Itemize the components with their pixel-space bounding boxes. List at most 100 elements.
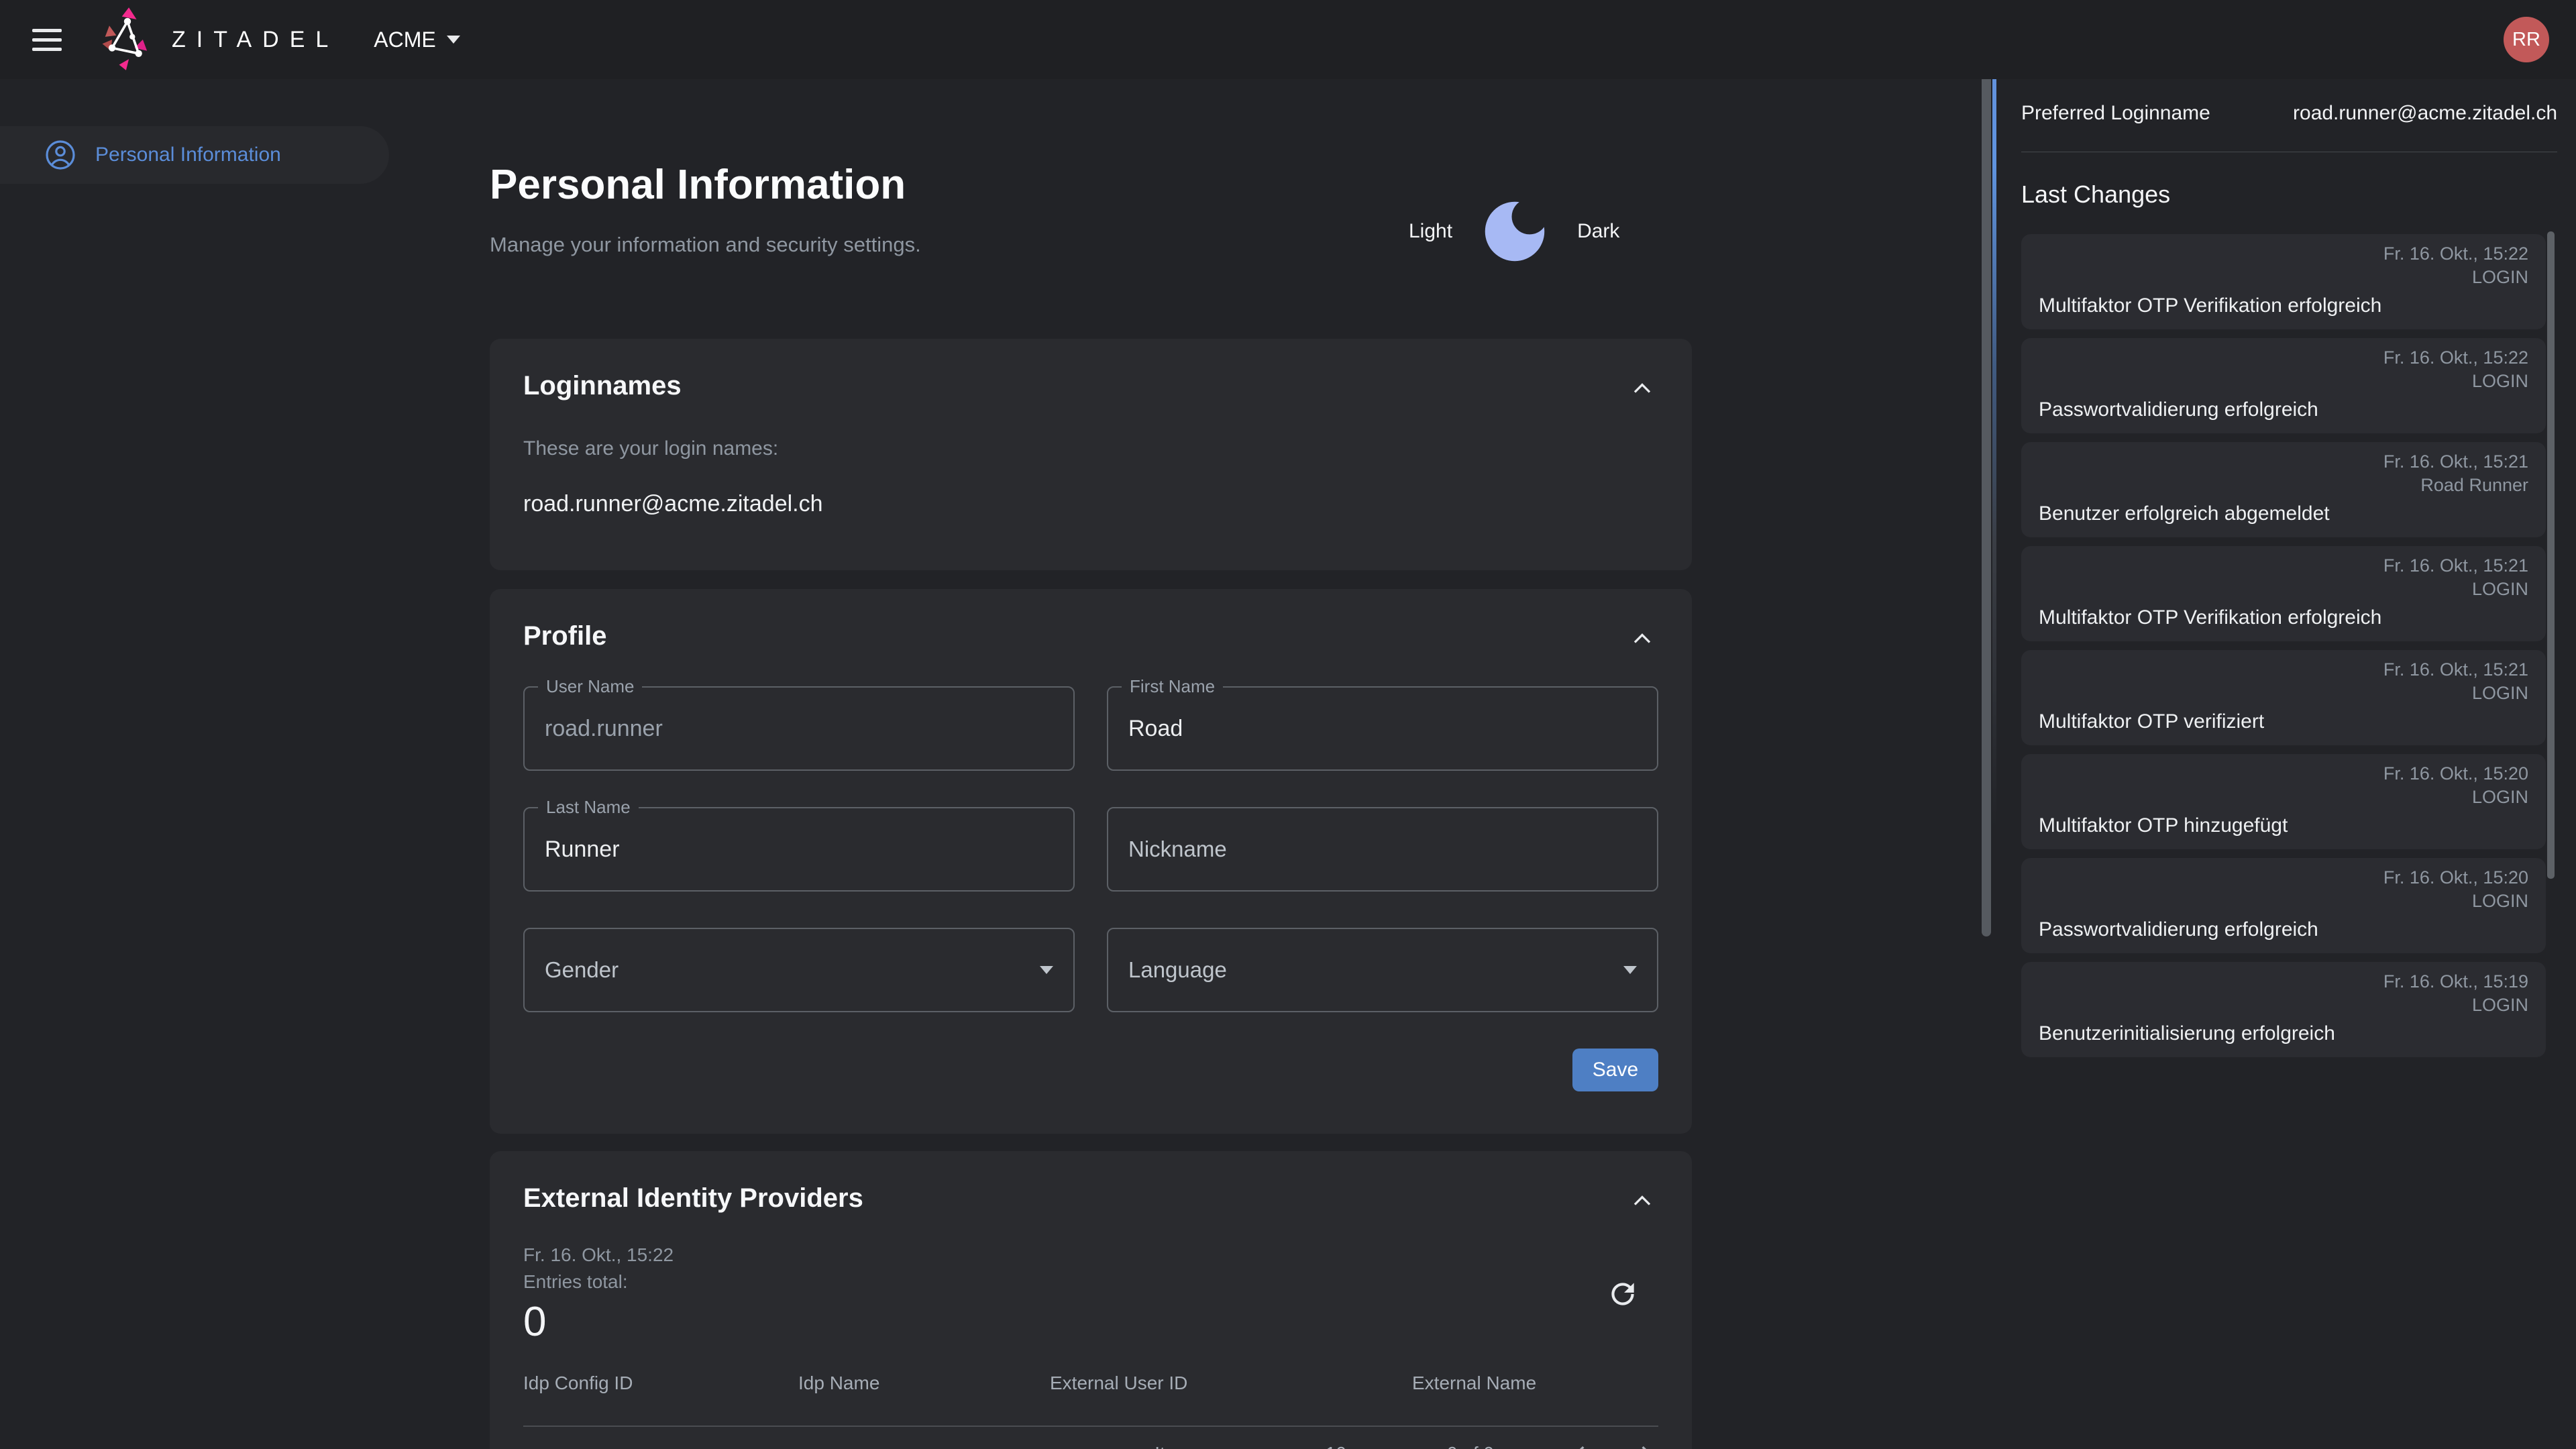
chevron-left-icon[interactable] <box>1568 1440 1595 1449</box>
last-changes-title: Last Changes <box>2021 180 2557 209</box>
sidebar-item-label: Personal Information <box>95 144 281 166</box>
username-label: User Name <box>538 676 642 697</box>
loginnames-title: Loginnames <box>523 371 1658 401</box>
chevron-up-icon[interactable] <box>1627 624 1657 653</box>
page-subtitle: Manage your information and security set… <box>490 233 1429 257</box>
event-title: Benutzerinitialisierung erfolgreich <box>2039 1022 2528 1045</box>
col-idp-config-id: Idp Config ID <box>523 1373 798 1394</box>
zitadel-logo-icon <box>93 5 162 74</box>
items-per-page-value[interactable]: 10 <box>1326 1443 1346 1449</box>
language-label: Language <box>1128 957 1227 983</box>
external-idp-title: External Identity Providers <box>523 1183 1658 1214</box>
event-title: Passwortvalidierung erfolgreich <box>2039 398 2528 421</box>
gender-label: Gender <box>545 957 619 983</box>
event-timestamp: Fr. 16. Okt., 15:20 <box>2039 867 2528 888</box>
save-button[interactable]: Save <box>1572 1049 1658 1091</box>
page-title: Personal Information <box>490 161 1429 209</box>
firstname-value: Road <box>1128 716 1183 742</box>
event-timestamp: Fr. 16. Okt., 15:22 <box>2039 244 2528 264</box>
gender-select[interactable]: Gender <box>523 928 1075 1012</box>
top-bar: ZITADEL ACME RR <box>0 0 2576 79</box>
table-divider <box>523 1426 1658 1427</box>
event-timestamp: Fr. 16. Okt., 15:21 <box>2039 659 2528 680</box>
moon-icon[interactable] <box>1475 192 1554 271</box>
lastname-label: Last Name <box>538 797 639 818</box>
last-change-item[interactable]: Fr. 16. Okt., 15:21 Road Runner Benutzer… <box>2021 442 2546 537</box>
last-change-item[interactable]: Fr. 16. Okt., 15:21 LOGIN Multifaktor OT… <box>2021 650 2546 745</box>
event-actor: LOGIN <box>2039 579 2528 600</box>
event-actor: LOGIN <box>2039 995 2528 1016</box>
last-change-item[interactable]: Fr. 16. Okt., 15:22 LOGIN Multifaktor OT… <box>2021 234 2546 329</box>
event-timestamp: Fr. 16. Okt., 15:21 <box>2039 451 2528 472</box>
col-external-user-id: External User ID <box>1050 1373 1412 1394</box>
entries-total-label: Entries total: <box>523 1271 1658 1293</box>
refresh-icon[interactable] <box>1606 1277 1640 1311</box>
sidebar-item-personal-information[interactable]: Personal Information <box>0 126 389 184</box>
event-actor: LOGIN <box>2039 371 2528 392</box>
last-change-item[interactable]: Fr. 16. Okt., 15:20 LOGIN Passwortvalidi… <box>2021 858 2546 953</box>
event-title: Passwortvalidierung erfolgreich <box>2039 918 2528 941</box>
loginname-value: road.runner@acme.zitadel.ch <box>523 491 1658 517</box>
event-title: Multifaktor OTP Verifikation erfolgreich <box>2039 294 2528 317</box>
last-change-item[interactable]: Fr. 16. Okt., 15:21 LOGIN Multifaktor OT… <box>2021 546 2546 641</box>
col-external-name: External Name <box>1412 1373 1658 1394</box>
loginnames-card: Loginnames These are your login names: r… <box>490 339 1692 570</box>
last-change-item[interactable]: Fr. 16. Okt., 15:22 LOGIN Passwortvalidi… <box>2021 338 2546 433</box>
nickname-placeholder: Nickname <box>1128 837 1227 862</box>
drawer-accent-line <box>1992 76 1996 828</box>
chevron-right-icon[interactable] <box>1631 1440 1658 1449</box>
event-title: Benutzer erfolgreich abgemeldet <box>2039 502 2528 525</box>
preferred-loginname-label: Preferred Loginname <box>2021 102 2210 125</box>
changes-drawer: Preferred Loginname road.runner@acme.zit… <box>2002 79 2576 1449</box>
idp-timestamp: Fr. 16. Okt., 15:22 <box>523 1244 1658 1266</box>
items-per-page-label: Items per page: <box>1155 1443 1285 1449</box>
main-scrollbar[interactable] <box>1982 75 1991 936</box>
language-select[interactable]: Language <box>1107 928 1658 1012</box>
nickname-field[interactable]: Nickname <box>1107 807 1658 892</box>
event-timestamp: Fr. 16. Okt., 15:20 <box>2039 763 2528 784</box>
username-field[interactable]: User Name road.runner <box>523 686 1075 771</box>
profile-title: Profile <box>523 621 1658 651</box>
paginator-range: 0 of 0 <box>1447 1443 1494 1449</box>
event-actor: Road Runner <box>2039 475 2528 496</box>
triangle-down-icon <box>1623 966 1637 974</box>
firstname-label: First Name <box>1122 676 1223 697</box>
theme-dark-label[interactable]: Dark <box>1577 220 1619 243</box>
external-idp-card: External Identity Providers Fr. 16. Okt.… <box>490 1151 1692 1449</box>
org-name: ACME <box>374 28 435 52</box>
theme-light-label[interactable]: Light <box>1409 220 1452 243</box>
last-changes-list: Fr. 16. Okt., 15:22 LOGIN Multifaktor OT… <box>2021 234 2546 1057</box>
person-circle-icon <box>44 139 76 171</box>
event-title: Multifaktor OTP hinzugefügt <box>2039 814 2528 837</box>
lastname-field[interactable]: Last Name Runner <box>523 807 1075 892</box>
drawer-scrollbar[interactable] <box>2547 231 2555 879</box>
firstname-field[interactable]: First Name Road <box>1107 686 1658 771</box>
profile-card: Profile User Name road.runner First Name… <box>490 589 1692 1134</box>
event-actor: LOGIN <box>2039 683 2528 704</box>
last-change-item[interactable]: Fr. 16. Okt., 15:20 LOGIN Multifaktor OT… <box>2021 754 2546 849</box>
lastname-value: Runner <box>545 837 620 863</box>
org-switcher[interactable]: ACME <box>374 28 460 52</box>
event-actor: LOGIN <box>2039 891 2528 912</box>
chevron-up-icon[interactable] <box>1627 1186 1657 1216</box>
loginnames-description: These are your login names: <box>523 437 1658 460</box>
username-value: road.runner <box>545 716 663 742</box>
theme-toggle: Light Dark <box>1409 190 1619 273</box>
event-actor: LOGIN <box>2039 267 2528 288</box>
event-title: Multifaktor OTP Verifikation erfolgreich <box>2039 606 2528 629</box>
event-timestamp: Fr. 16. Okt., 15:19 <box>2039 971 2528 992</box>
entries-total-value: 0 <box>523 1298 1658 1346</box>
paginator: Items per page: 10 0 of 0 <box>1155 1440 1658 1449</box>
menu-icon[interactable] <box>32 25 70 54</box>
event-timestamp: Fr. 16. Okt., 15:21 <box>2039 555 2528 576</box>
event-title: Multifaktor OTP verifiziert <box>2039 710 2528 733</box>
triangle-down-icon <box>1040 966 1053 974</box>
preferred-loginname-value: road.runner@acme.zitadel.ch <box>2293 102 2557 125</box>
chevron-up-icon[interactable] <box>1627 374 1657 403</box>
last-change-item[interactable]: Fr. 16. Okt., 15:19 LOGIN Benutzerinitia… <box>2021 962 2546 1057</box>
chevron-down-icon <box>447 36 460 44</box>
col-idp-name: Idp Name <box>798 1373 1050 1394</box>
event-actor: LOGIN <box>2039 787 2528 808</box>
avatar[interactable]: RR <box>2504 17 2549 62</box>
idp-table-header: Idp Config ID Idp Name External User ID … <box>523 1373 1658 1394</box>
